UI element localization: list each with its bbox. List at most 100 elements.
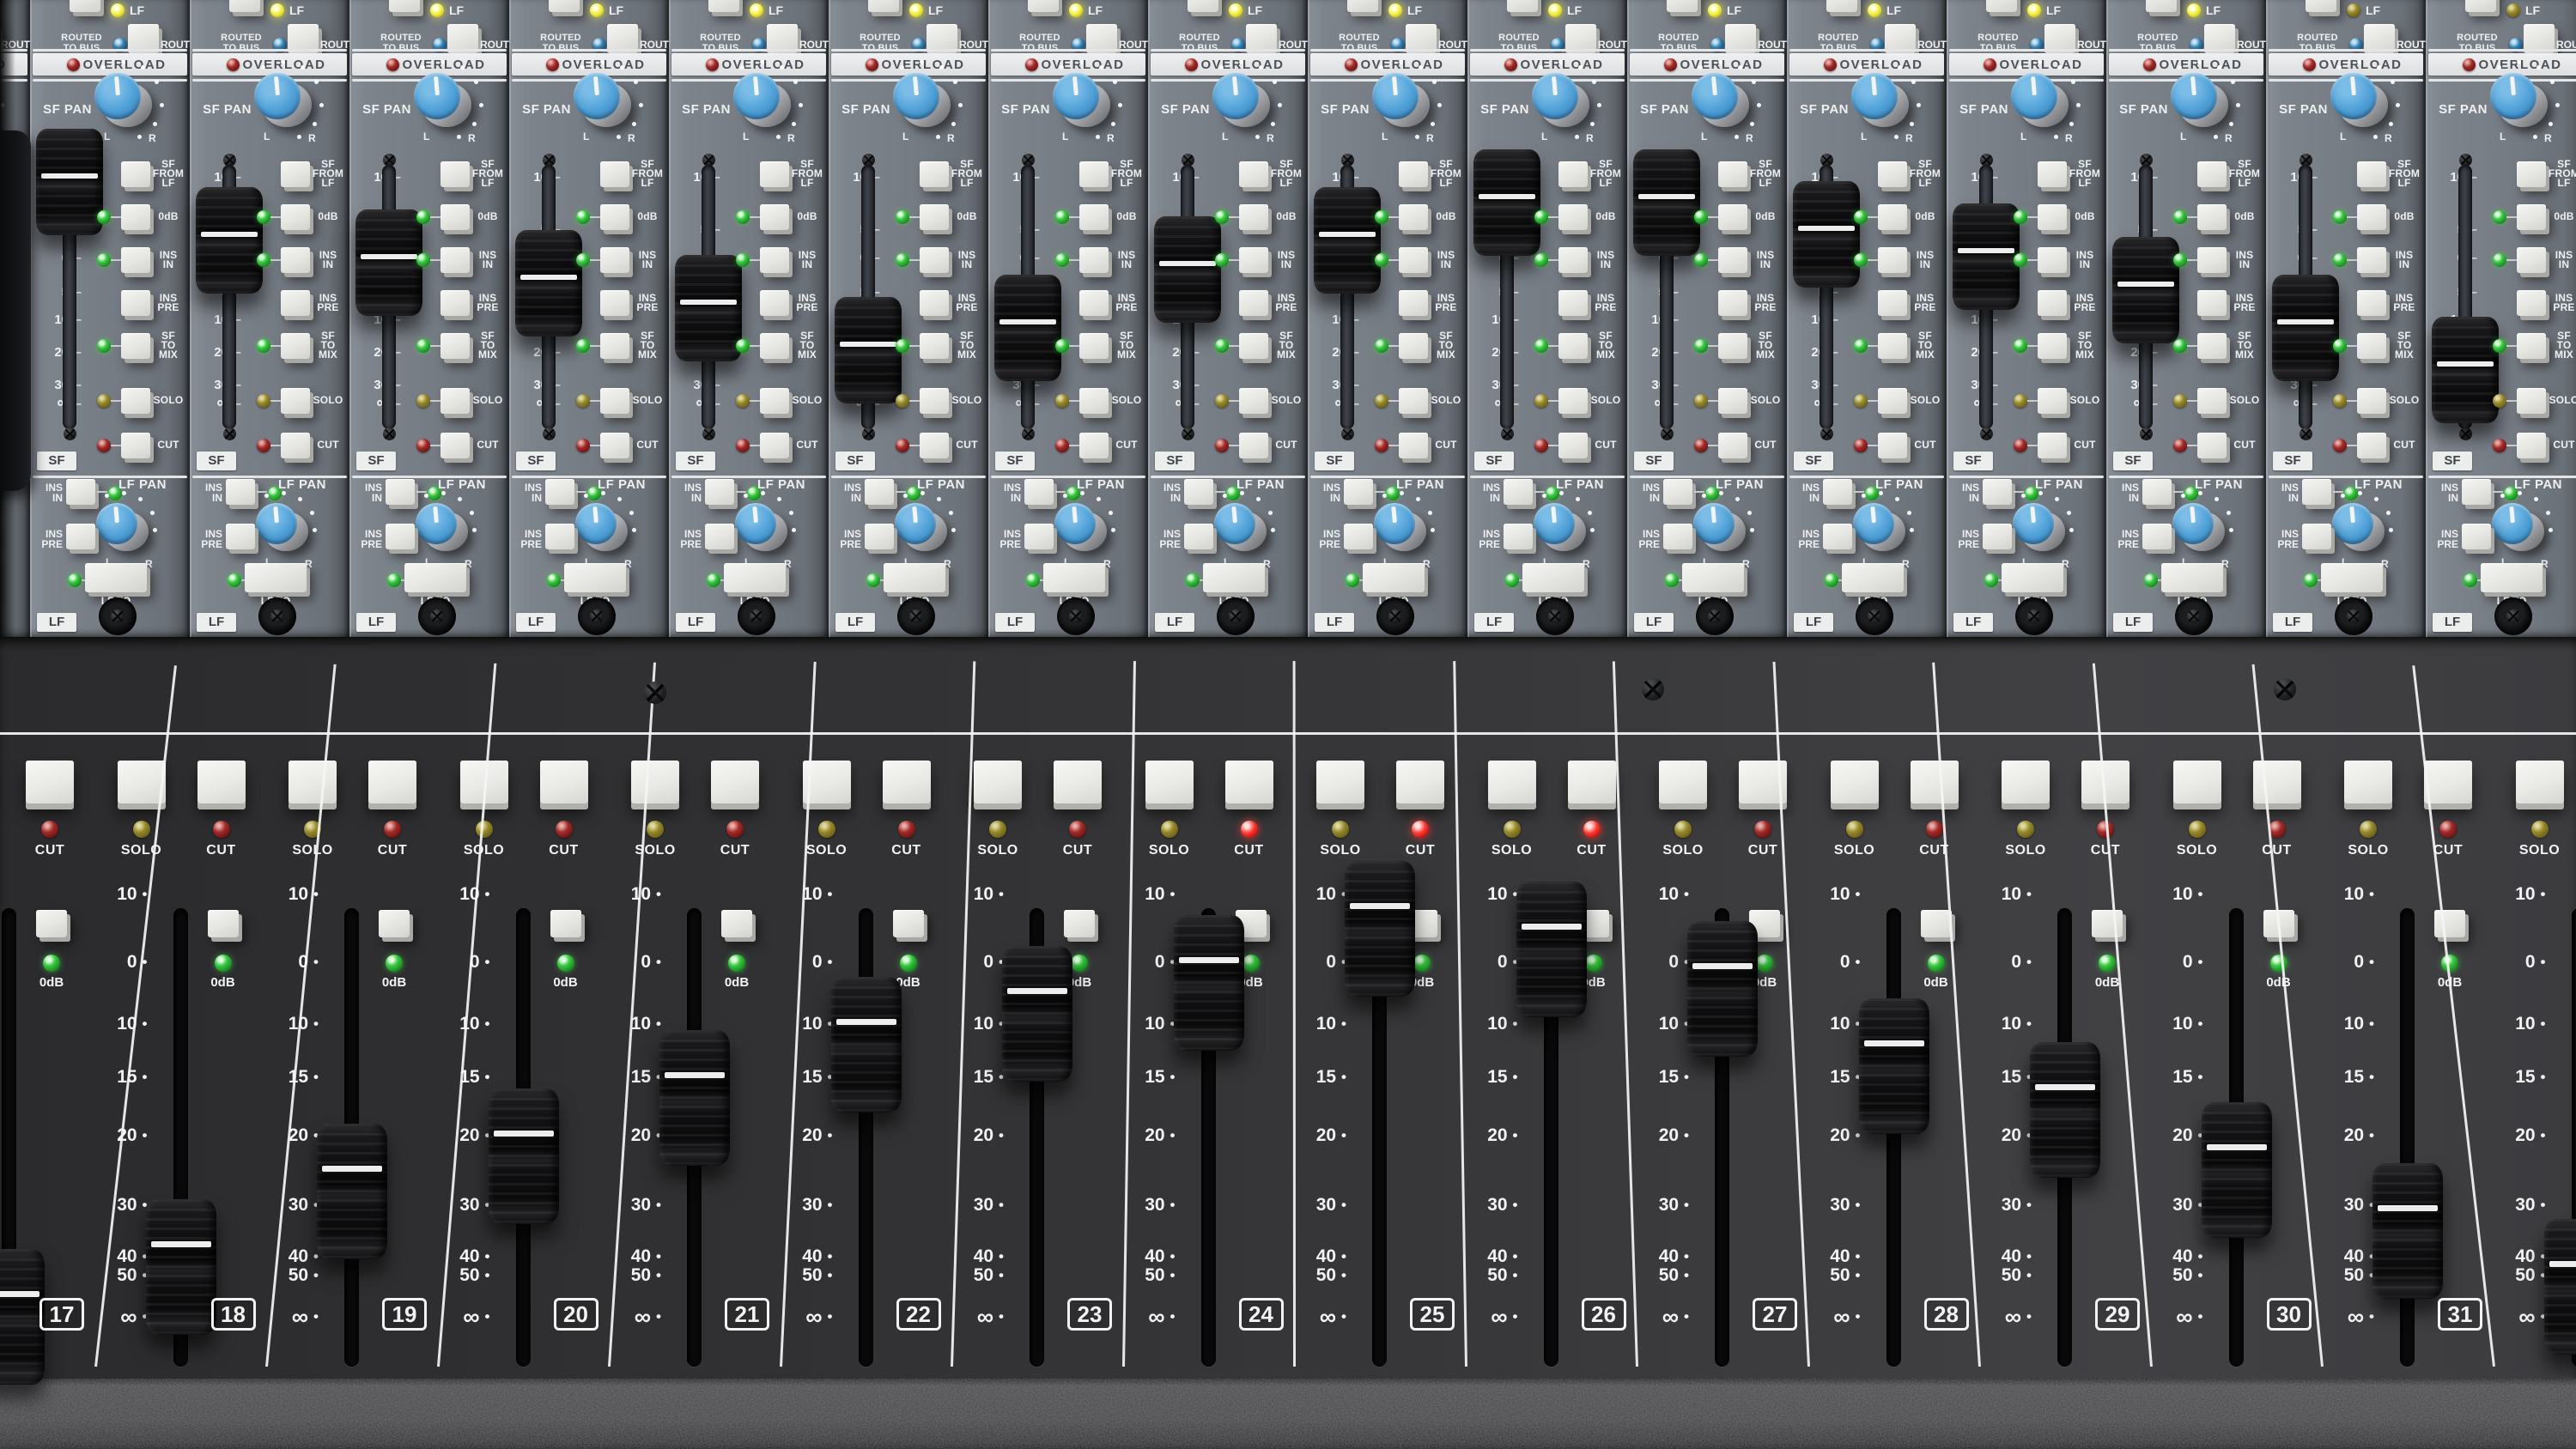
ins-in-button[interactable]: [1239, 247, 1268, 273]
cut-button[interactable]: [281, 433, 310, 458]
solo-button[interactable]: [2357, 388, 2386, 414]
cut-button[interactable]: [711, 761, 759, 803]
ins-pre-button[interactable]: [600, 290, 629, 316]
knob-cap[interactable]: [2171, 73, 2217, 119]
knob-cap[interactable]: [254, 73, 301, 119]
solo-button[interactable]: [2197, 388, 2227, 414]
solo-button[interactable]: [974, 761, 1022, 803]
lf-to-mix-button[interactable]: [1682, 563, 1744, 592]
solo-button[interactable]: [1079, 388, 1109, 414]
sf-from-lf-button[interactable]: [1718, 161, 1747, 187]
fader-handle[interactable]: [835, 297, 902, 403]
lf-ins-in-button[interactable]: [2302, 479, 2331, 505]
fader-handle[interactable]: [831, 977, 902, 1113]
knob-cap[interactable]: [1053, 73, 1099, 119]
sf-from-lf-button[interactable]: [600, 161, 629, 187]
zero-db-button[interactable]: [2357, 204, 2386, 230]
fader-handle[interactable]: [1473, 149, 1540, 256]
ins-in-button[interactable]: [1399, 247, 1428, 273]
zero-db-button[interactable]: [1558, 204, 1588, 230]
solo-button[interactable]: [440, 388, 470, 414]
fader-handle[interactable]: [659, 1030, 730, 1166]
lf-to-mix-button[interactable]: [2161, 563, 2223, 592]
sf-to-mix-button[interactable]: [760, 333, 789, 359]
solo-button[interactable]: [631, 761, 679, 803]
solo-button[interactable]: [1239, 388, 1268, 414]
cut-button[interactable]: [1396, 761, 1444, 803]
solo-button[interactable]: [760, 388, 789, 414]
knob-cap[interactable]: [2013, 503, 2054, 544]
fader-handle[interactable]: [1174, 915, 1244, 1051]
ins-pre-button[interactable]: [1079, 290, 1109, 316]
ins-pre-button[interactable]: [2038, 290, 2067, 316]
zero-db-button[interactable]: [1921, 910, 1952, 937]
ins-pre-button[interactable]: [121, 290, 150, 316]
solo-button[interactable]: [1878, 388, 1907, 414]
cut-button[interactable]: [1054, 761, 1102, 803]
knob-cap[interactable]: [1212, 73, 1259, 119]
fader-handle[interactable]: [1633, 149, 1700, 256]
zero-db-button[interactable]: [1878, 204, 1907, 230]
sf-to-mix-button[interactable]: [1239, 333, 1268, 359]
fader-handle[interactable]: [1953, 203, 2020, 310]
ins-pre-button[interactable]: [760, 290, 789, 316]
ins-in-button[interactable]: [1558, 247, 1588, 273]
solo-button[interactable]: [1558, 388, 1588, 414]
zero-db-button[interactable]: [2517, 204, 2546, 230]
lf-to-mix-button[interactable]: [1842, 563, 1904, 592]
zero-db-button[interactable]: [2038, 204, 2067, 230]
knob-cap[interactable]: [2330, 73, 2377, 119]
lf-ins-pre-button[interactable]: [66, 524, 95, 549]
fader-handle[interactable]: [515, 230, 582, 336]
fader-handle[interactable]: [2030, 1042, 2100, 1178]
ins-pre-button[interactable]: [2357, 290, 2386, 316]
zero-db-button[interactable]: [36, 910, 67, 937]
solo-button[interactable]: [1145, 761, 1194, 803]
lf-ins-in-button[interactable]: [1983, 479, 2012, 505]
lf-ins-in-button[interactable]: [1344, 479, 1373, 505]
lf-select-button[interactable]: [389, 0, 420, 12]
lf-ins-pre-button[interactable]: [1504, 524, 1533, 549]
ins-pre-button[interactable]: [1878, 290, 1907, 316]
solo-button[interactable]: [1399, 388, 1428, 414]
lf-ins-pre-button[interactable]: [1344, 524, 1373, 549]
fader-handle[interactable]: [2272, 275, 2339, 381]
solo-button[interactable]: [2002, 761, 2050, 803]
ins-in-button[interactable]: [121, 247, 150, 273]
sf-to-mix-button[interactable]: [1399, 333, 1428, 359]
lf-ins-pre-button[interactable]: [1663, 524, 1692, 549]
fader-handle[interactable]: [2112, 237, 2179, 343]
ins-in-button[interactable]: [760, 247, 789, 273]
lf-to-mix-button[interactable]: [564, 563, 626, 592]
solo-button[interactable]: [600, 388, 629, 414]
knob-cap[interactable]: [1534, 503, 1575, 544]
lf-ins-pre-button[interactable]: [2142, 524, 2172, 549]
zero-db-button[interactable]: [121, 204, 150, 230]
lf-ins-in-button[interactable]: [226, 479, 255, 505]
ins-in-button[interactable]: [1718, 247, 1747, 273]
lf-select-button[interactable]: [1028, 0, 1059, 12]
lf-ins-pre-button[interactable]: [865, 524, 894, 549]
sf-from-lf-button[interactable]: [760, 161, 789, 187]
lf-select-button[interactable]: [1188, 0, 1218, 12]
sf-to-mix-button[interactable]: [1718, 333, 1747, 359]
sf-to-mix-button[interactable]: [920, 333, 949, 359]
solo-button[interactable]: [2517, 388, 2546, 414]
ins-in-button[interactable]: [920, 247, 949, 273]
ins-pre-button[interactable]: [1558, 290, 1588, 316]
ins-pre-button[interactable]: [2517, 290, 2546, 316]
lf-to-mix-button[interactable]: [2002, 563, 2063, 592]
zero-db-button[interactable]: [1718, 204, 1747, 230]
knob-cap[interactable]: [96, 503, 137, 544]
knob-cap[interactable]: [416, 503, 457, 544]
sf-to-mix-button[interactable]: [281, 333, 310, 359]
cut-button[interactable]: [1718, 433, 1747, 458]
zero-db-button[interactable]: [550, 910, 581, 937]
lf-ins-in-button[interactable]: [2462, 479, 2491, 505]
knob-cap[interactable]: [2172, 503, 2214, 544]
lf-ins-in-button[interactable]: [865, 479, 894, 505]
lf-select-button[interactable]: [229, 0, 260, 12]
solo-button[interactable]: [920, 388, 949, 414]
knob-cap[interactable]: [1853, 503, 1894, 544]
lf-select-button[interactable]: [1826, 0, 1857, 12]
